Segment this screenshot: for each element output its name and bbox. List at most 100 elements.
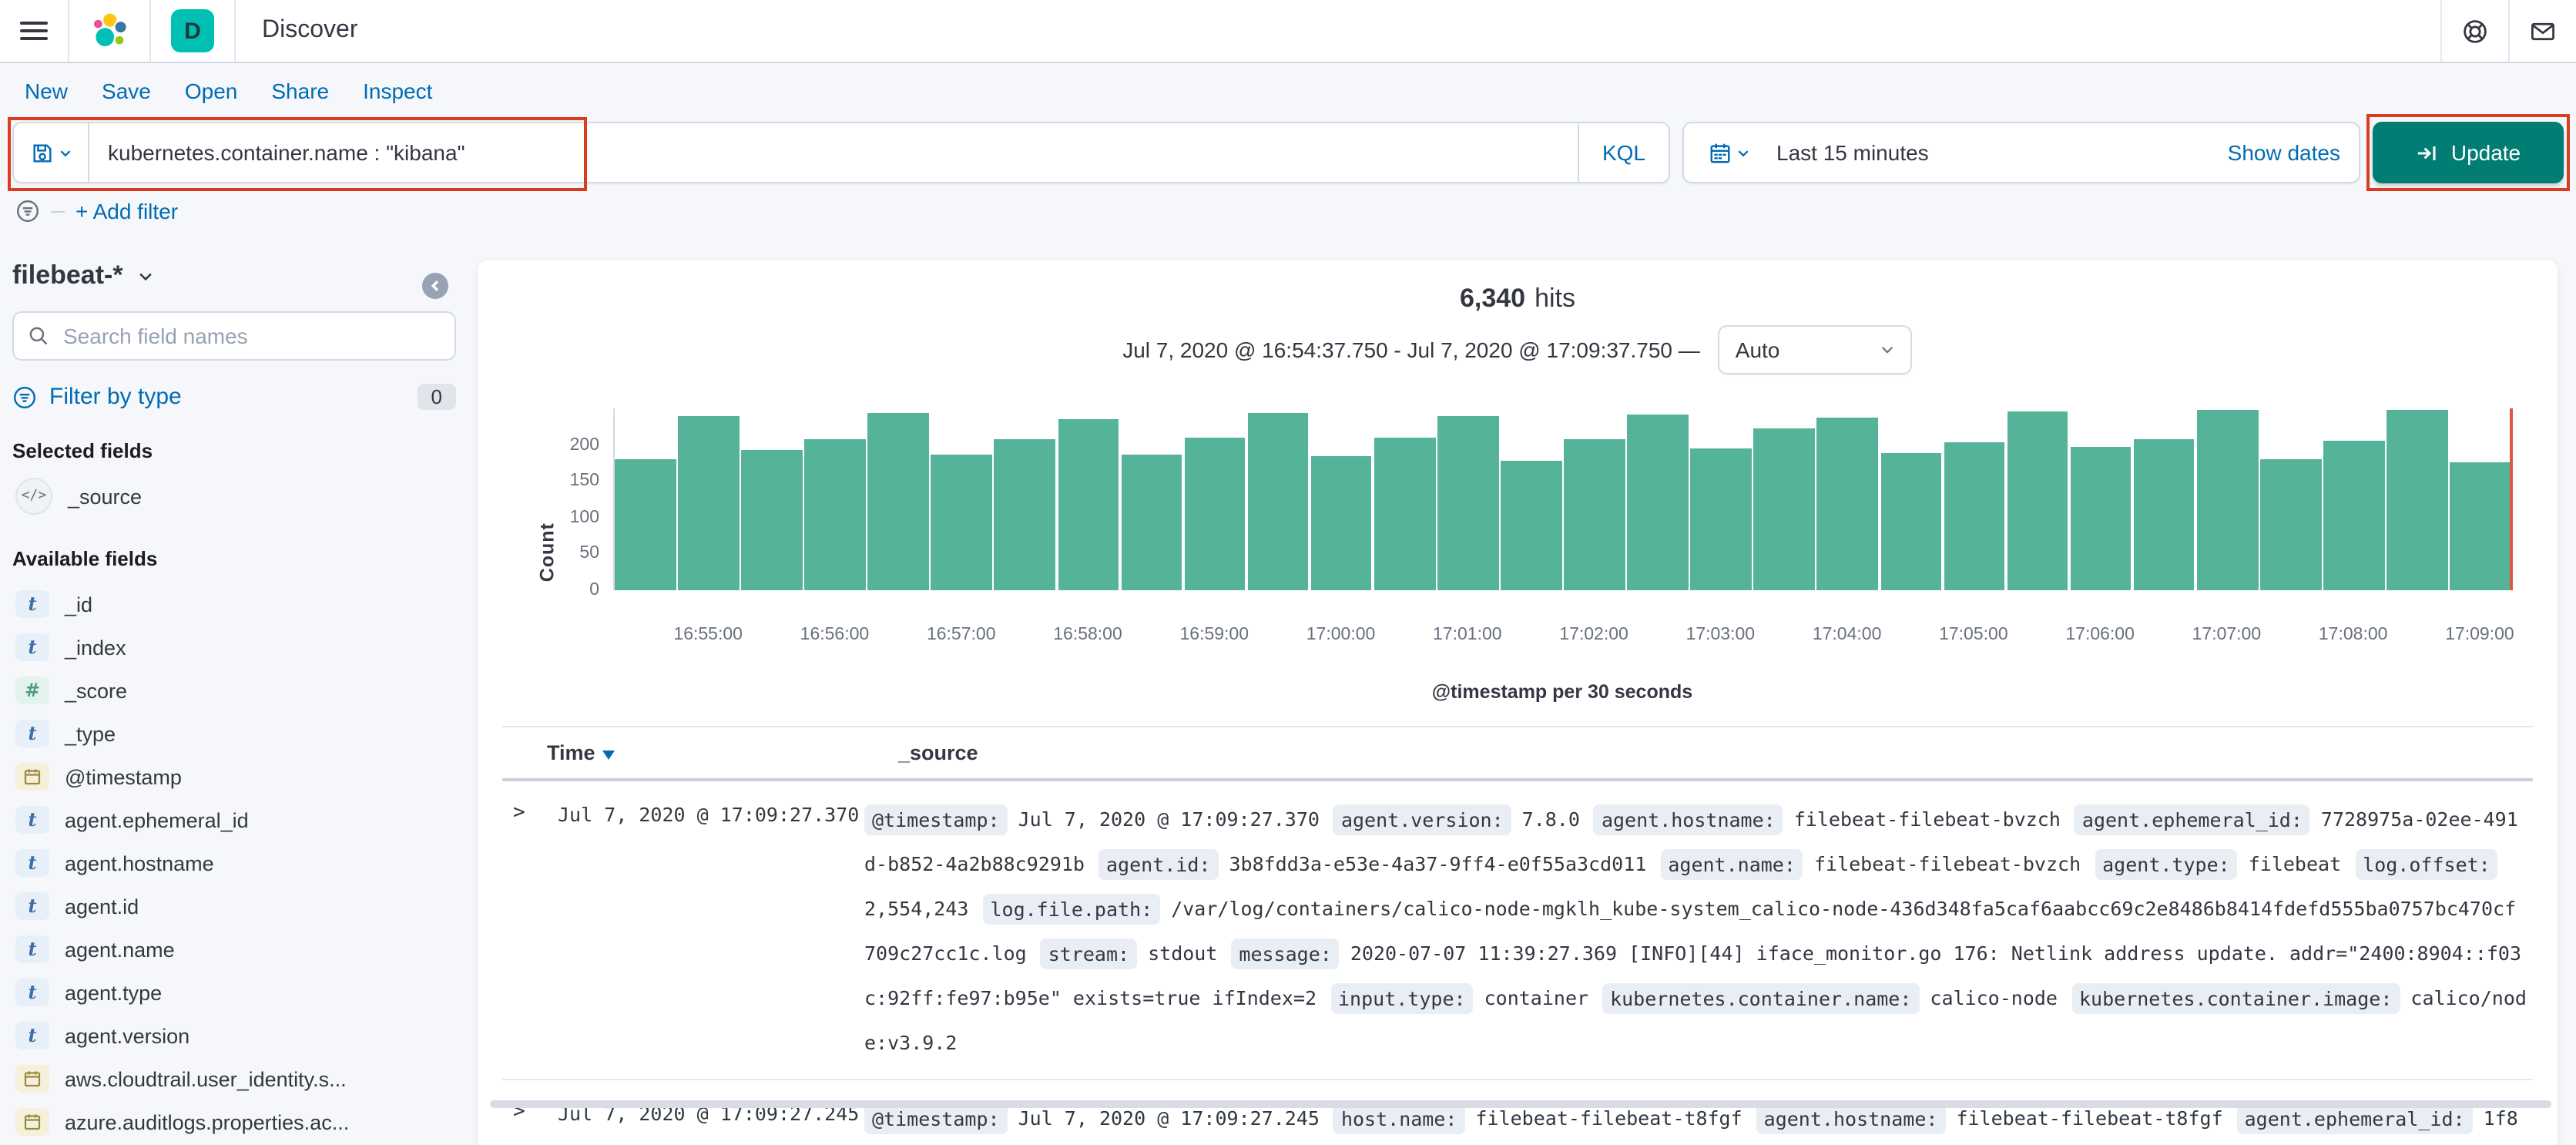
chart-bar[interactable] [1816,417,1879,590]
source-field-badge: agent.type: [2095,848,2238,879]
field-item[interactable]: t agent.ephemeral_id [12,798,456,841]
elastic-logo[interactable] [69,0,151,62]
source-field-value: 3b8fdd3a-e53e-4a37-9ff4-e0f55a3cd011 [1229,852,1647,875]
chart-bar[interactable] [1880,453,1942,590]
chart-bar[interactable] [678,415,740,590]
source-field-badge: log.offset: [2355,848,2498,879]
chart-bar[interactable] [931,454,992,590]
chart-bar[interactable] [2196,409,2259,590]
newsfeed-button[interactable] [2508,0,2576,62]
chart-bar[interactable] [2386,409,2448,590]
menu-item-share[interactable]: Share [271,79,329,103]
source-field-badge: log.file.path: [982,893,1161,924]
query-language-button[interactable]: KQL [1578,123,1669,182]
field-item[interactable]: t _index [12,626,456,669]
field-type-string-icon: t [15,935,49,963]
chart-bar[interactable] [1058,419,1119,590]
index-pattern-switcher[interactable]: filebeat-* [12,260,456,291]
add-filter-button[interactable]: + Add filter [75,199,178,223]
menu-item-new[interactable]: New [25,79,68,103]
field-item[interactable]: t agent.id [12,885,456,928]
source-field-badge: kubernetes.container.name: [1602,982,1920,1013]
chart-bar[interactable] [1121,455,1182,590]
table-row: > Jul 7, 2020 @ 17:09:27.245 @timestamp: Ju… [502,1080,2533,1145]
chart-bar[interactable] [615,458,676,590]
field-type-date-icon [15,1108,49,1136]
chevron-left-icon [431,280,439,291]
interval-select[interactable]: Auto [1718,325,1913,374]
calendar-icon [1709,143,1729,163]
date-quick-select-button[interactable] [1684,141,1773,164]
query-input-group: KQL [8,117,1670,191]
nav-menu-button[interactable] [0,0,69,62]
chart-bar[interactable] [1247,413,1309,590]
field-item[interactable]: @timestamp [12,755,456,798]
menu-item-save[interactable]: Save [102,79,151,103]
chart-bar[interactable] [1310,455,1372,590]
field-item[interactable]: t _type [12,712,456,755]
chart-bar[interactable] [2450,462,2511,590]
menu-item-inspect[interactable]: Inspect [363,79,432,103]
pinned-filters-icon[interactable] [15,199,40,223]
chart-bar[interactable] [1564,439,1625,590]
column-header-time[interactable]: Time [502,741,898,764]
chart-bar[interactable] [2070,446,2132,590]
sort-desc-icon [602,750,615,759]
chevron-down-icon [1882,347,1893,354]
expand-row-icon[interactable]: > [502,797,558,1065]
time-range-value[interactable]: Last 15 minutes [1773,140,2228,165]
field-item[interactable]: # _score [12,669,456,712]
field-search-input[interactable] [60,322,441,350]
chart-bar[interactable] [2133,439,2195,590]
menu-item-open[interactable]: Open [185,79,238,103]
source-field-value: filebeat-filebeat-bvzch [1793,808,2061,831]
chart-bar[interactable] [2260,459,2322,590]
elastic-logo-icon [92,12,128,49]
field-item[interactable]: </> _source [12,475,456,518]
app-icon-discover[interactable]: D [151,0,236,62]
field-item[interactable]: t agent.type [12,971,456,1014]
chart-bar[interactable] [2323,441,2385,590]
field-item[interactable]: azure.auditlogs.properties.ac... [12,1100,456,1143]
source-field-value: 2,554,243 [864,897,969,920]
doc-time: Jul 7, 2020 @ 17:09:27.370 [558,803,860,826]
chart-bar[interactable] [741,449,803,590]
saved-query-menu-button[interactable] [14,123,89,182]
column-header-source: _source [898,741,978,764]
field-item[interactable]: t agent.version [12,1014,456,1057]
filter-divider [51,210,65,212]
y-tick-label: 200 [569,435,599,455]
field-type-string-icon: t [15,979,49,1006]
x-tick-label: 17:00:00 [1306,626,1376,644]
chart-bar[interactable] [994,439,1056,590]
filter-by-type-button[interactable]: Filter by type 0 [12,384,456,410]
source-field-value: filebeat-filebeat-t8fgf [1956,1106,2223,1130]
chart-bar[interactable] [1437,415,1499,590]
documents-table: Time _source > Jul 7, 2020 @ 17:09:27.370… [502,726,2533,1145]
x-tick-label: 17:05:00 [1939,626,2008,644]
help-button[interactable] [2440,0,2508,62]
chart-bar[interactable] [2007,411,2068,590]
chart-bar[interactable] [1374,437,1436,590]
field-item[interactable]: t _id [12,583,456,626]
chevron-down-icon [1737,149,1748,156]
horizontal-scrollbar[interactable] [490,1100,2551,1108]
chart-bar[interactable] [1753,428,1815,590]
query-input[interactable] [89,123,1578,182]
chart-bar[interactable] [1184,437,1246,590]
source-field-badge: agent.name: [1660,848,1803,879]
chart-bar[interactable] [1690,448,1752,590]
show-dates-button[interactable]: Show dates [2228,140,2359,165]
update-button[interactable]: Update [2366,114,2570,191]
field-item[interactable]: t agent.hostname [12,841,456,885]
chart-bar[interactable] [1627,414,1689,590]
chart-bar[interactable] [804,439,866,590]
collapse-sidebar-button[interactable] [422,273,448,299]
field-type-date-icon [15,763,49,791]
chart-bar[interactable] [1501,460,1562,590]
chart-bar[interactable] [1944,442,2005,590]
chart-bar[interactable] [867,413,929,590]
field-type-string-icon: t [15,849,49,877]
field-item[interactable]: aws.cloudtrail.user_identity.s... [12,1057,456,1100]
field-item[interactable]: t agent.name [12,928,456,971]
